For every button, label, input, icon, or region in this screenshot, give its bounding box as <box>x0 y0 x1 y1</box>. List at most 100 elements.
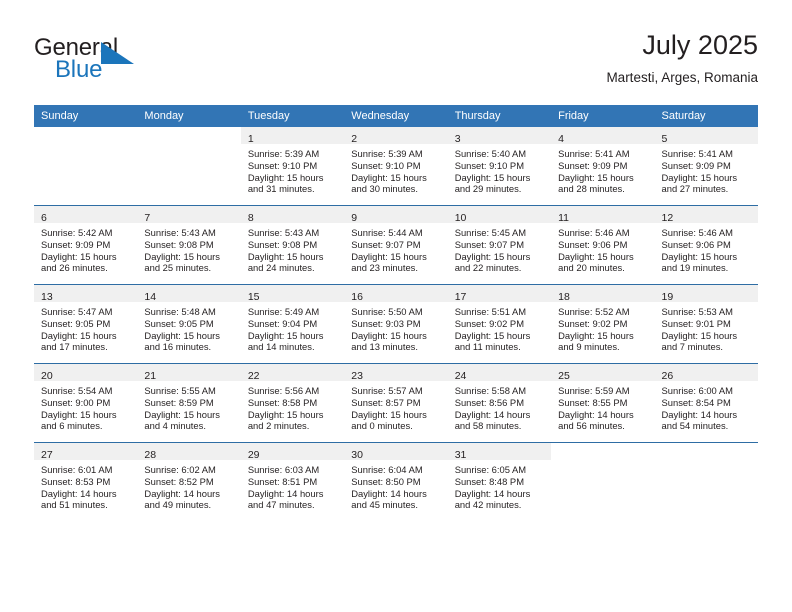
calendar-day-cell[interactable]: 1 Sunrise: 5:39 AM Sunset: 9:10 PM Daylight… <box>240 127 345 206</box>
sunrise-text: Sunrise: 5:57 AM <box>351 385 423 396</box>
daylight-text: Daylight: 15 hours and 16 minutes. <box>144 329 220 353</box>
day-details: Sunrise: 5:42 AM Sunset: 9:09 PM Daylight:… <box>34 223 137 274</box>
daylight-text: Daylight: 15 hours and 9 minutes. <box>558 329 634 353</box>
calendar-header-row: Sunday Monday Tuesday Wednesday Thursday… <box>34 105 758 127</box>
daylight-text: Daylight: 15 hours and 4 minutes. <box>144 408 220 432</box>
sunset-text: Sunset: 8:58 PM <box>247 396 318 408</box>
day-details: Sunrise: 5:39 AM Sunset: 9:10 PM Daylight:… <box>344 144 447 195</box>
sunset-text: Sunset: 9:03 PM <box>351 317 421 329</box>
calendar-day-cell[interactable]: 17 Sunrise: 5:51 AM Sunset: 9:02 PM Dayligh… <box>447 284 552 364</box>
general-blue-logo[interactable]: General Blue <box>34 34 214 94</box>
sunset-text: Sunset: 8:57 PM <box>351 396 421 408</box>
day-number-band: 15 <box>240 285 345 303</box>
day-number: 20 <box>41 370 53 382</box>
day-details: Sunrise: 6:04 AM Sunset: 8:50 PM Daylight:… <box>344 460 447 511</box>
day-number: 14 <box>144 291 157 303</box>
sunset-text: Sunset: 9:05 PM <box>41 317 111 329</box>
calendar-table: Sunday Monday Tuesday Wednesday Thursday… <box>34 105 758 521</box>
day-details: Sunrise: 5:40 AM Sunset: 9:10 PM Daylight:… <box>448 144 551 195</box>
calendar-day-cell[interactable]: 23 Sunrise: 5:57 AM Sunset: 8:57 PM Dayligh… <box>344 363 448 443</box>
calendar-week-row: 20 Sunrise: 5:54 AM Sunset: 9:00 PM Dayligh… <box>34 363 758 443</box>
weekday-header-sunday: Sunday <box>34 105 138 127</box>
calendar-day-cell[interactable]: 24 Sunrise: 5:58 AM Sunset: 8:56 PM Dayligh… <box>447 363 552 443</box>
calendar-day-cell[interactable]: 18 Sunrise: 5:52 AM Sunset: 9:02 PM Dayligh… <box>551 284 655 364</box>
calendar-day-cell[interactable]: 4 Sunrise: 5:41 AM Sunset: 9:09 PM Daylight… <box>551 127 655 206</box>
sunrise-text: Sunrise: 5:43 AM <box>247 227 320 238</box>
sunset-text: Sunset: 8:56 PM <box>454 396 524 408</box>
calendar-day-cell[interactable]: 2 Sunrise: 5:39 AM Sunset: 9:10 PM Daylight… <box>344 127 448 206</box>
calendar-day-cell[interactable]: 19 Sunrise: 5:53 AM Sunset: 9:01 PM Dayligh… <box>654 284 758 364</box>
daylight-text: Daylight: 15 hours and 0 minutes. <box>351 408 427 432</box>
sunset-text: Sunset: 9:07 PM <box>454 238 524 250</box>
sunset-text: Sunset: 9:06 PM <box>558 238 628 250</box>
daylight-text: Daylight: 14 hours and 45 minutes. <box>351 487 427 511</box>
calendar-day-cell[interactable]: 5 Sunrise: 5:41 AM Sunset: 9:09 PM Daylight… <box>654 127 758 206</box>
day-number-band: 7 <box>137 206 241 224</box>
sunset-text: Sunset: 9:02 PM <box>454 317 524 329</box>
day-number: 29 <box>247 449 260 461</box>
day-number-band: 3 <box>447 127 552 145</box>
sunrise-text: Sunrise: 5:45 AM <box>454 227 527 238</box>
sunrise-text: Sunrise: 5:41 AM <box>661 148 733 159</box>
day-number: 13 <box>41 291 53 303</box>
daylight-text: Daylight: 15 hours and 27 minutes. <box>661 171 738 195</box>
calendar-day-cell[interactable]: 29 Sunrise: 6:03 AM Sunset: 8:51 PM Dayligh… <box>240 442 345 521</box>
calendar-day-cell[interactable]: 7 Sunrise: 5:43 AM Sunset: 9:08 PM Daylight… <box>137 205 241 285</box>
day-number-band: 12 <box>654 206 758 224</box>
calendar-day-cell[interactable]: 31 Sunrise: 6:05 AM Sunset: 8:48 PM Dayligh… <box>447 442 552 521</box>
sunset-text: Sunset: 8:48 PM <box>454 475 524 487</box>
calendar-day-cell[interactable]: 22 Sunrise: 5:56 AM Sunset: 8:58 PM Dayligh… <box>240 363 345 443</box>
day-number: 19 <box>661 291 674 303</box>
calendar-day-cell[interactable]: 30 Sunrise: 6:04 AM Sunset: 8:50 PM Dayligh… <box>344 442 448 521</box>
title-block: July 2025 Martesti, Arges, Romania <box>606 28 758 89</box>
calendar-day-cell[interactable]: 28 Sunrise: 6:02 AM Sunset: 8:52 PM Dayligh… <box>137 442 241 521</box>
day-details: Sunrise: 5:41 AM Sunset: 9:09 PM Daylight:… <box>551 144 654 195</box>
daylight-text: Daylight: 15 hours and 11 minutes. <box>454 329 531 353</box>
daylight-text: Daylight: 15 hours and 31 minutes. <box>247 171 324 195</box>
daylight-text: Daylight: 15 hours and 13 minutes. <box>351 329 427 353</box>
sunrise-text: Sunrise: 5:59 AM <box>558 385 630 396</box>
calendar-day-cell[interactable]: 11 Sunrise: 5:46 AM Sunset: 9:06 PM Dayligh… <box>551 205 655 285</box>
day-details: Sunrise: 5:39 AM Sunset: 9:10 PM Daylight:… <box>241 144 344 195</box>
day-number-band: 25 <box>551 364 655 382</box>
calendar-day-cell[interactable]: 12 Sunrise: 5:46 AM Sunset: 9:06 PM Dayligh… <box>654 205 758 285</box>
calendar-day-cell[interactable]: 21 Sunrise: 5:55 AM Sunset: 8:59 PM Dayligh… <box>137 363 241 443</box>
calendar-day-cell[interactable]: 14 Sunrise: 5:48 AM Sunset: 9:05 PM Dayligh… <box>137 284 241 364</box>
calendar-body: 1 Sunrise: 5:39 AM Sunset: 9:10 PM Daylight… <box>34 127 758 521</box>
calendar-day-cell[interactable]: 25 Sunrise: 5:59 AM Sunset: 8:55 PM Dayligh… <box>551 363 655 443</box>
calendar-day-cell[interactable]: 15 Sunrise: 5:49 AM Sunset: 9:04 PM Dayligh… <box>240 284 345 364</box>
weekday-header-wednesday: Wednesday <box>344 105 448 127</box>
sunset-text: Sunset: 9:10 PM <box>351 159 421 171</box>
calendar-day-cell[interactable]: 10 Sunrise: 5:45 AM Sunset: 9:07 PM Dayligh… <box>447 205 552 285</box>
weekday-header-thursday: Thursday <box>447 105 552 127</box>
calendar-day-cell[interactable]: 3 Sunrise: 5:40 AM Sunset: 9:10 PM Daylight… <box>447 127 552 206</box>
calendar-day-cell[interactable]: 9 Sunrise: 5:44 AM Sunset: 9:07 PM Daylight… <box>344 205 448 285</box>
calendar-day-cell[interactable]: 27 Sunrise: 6:01 AM Sunset: 8:53 PM Dayligh… <box>34 442 138 521</box>
day-number: 31 <box>454 449 467 461</box>
sunrise-text: Sunrise: 5:51 AM <box>454 306 527 317</box>
calendar-week-row: 13 Sunrise: 5:47 AM Sunset: 9:05 PM Dayligh… <box>34 284 758 364</box>
logo-text-blue: Blue <box>55 56 103 83</box>
weekday-header-friday: Friday <box>551 105 655 127</box>
daylight-text: Daylight: 14 hours and 56 minutes. <box>558 408 634 432</box>
day-number-band: 26 <box>654 364 758 382</box>
day-number-band: 29 <box>240 443 345 461</box>
weekday-header-tuesday: Tuesday <box>240 105 345 127</box>
calendar-day-cell[interactable]: 26 Sunrise: 6:00 AM Sunset: 8:54 PM Dayligh… <box>654 363 758 443</box>
sunrise-text: Sunrise: 5:55 AM <box>144 385 216 396</box>
daylight-text: Daylight: 15 hours and 25 minutes. <box>144 250 220 274</box>
calendar-day-cell[interactable]: 20 Sunrise: 5:54 AM Sunset: 9:00 PM Dayligh… <box>34 363 138 443</box>
day-details: Sunrise: 6:03 AM Sunset: 8:51 PM Daylight:… <box>241 460 344 511</box>
sunrise-text: Sunrise: 6:02 AM <box>144 464 216 475</box>
calendar-day-cell[interactable]: 16 Sunrise: 5:50 AM Sunset: 9:03 PM Dayligh… <box>344 284 448 364</box>
day-number: 25 <box>558 370 570 382</box>
day-details: Sunrise: 6:05 AM Sunset: 8:48 PM Daylight:… <box>448 460 551 511</box>
calendar-day-cell[interactable]: 8 Sunrise: 5:43 AM Sunset: 9:08 PM Daylight… <box>240 205 345 285</box>
calendar-day-cell[interactable]: 6 Sunrise: 5:42 AM Sunset: 9:09 PM Daylight… <box>34 205 138 285</box>
day-number: 27 <box>41 449 53 461</box>
page-title: July 2025 <box>642 30 758 60</box>
sunrise-text: Sunrise: 5:42 AM <box>41 227 113 238</box>
weekday-header-saturday: Saturday <box>654 105 758 127</box>
calendar-day-cell[interactable]: 13 Sunrise: 5:47 AM Sunset: 9:05 PM Dayligh… <box>34 284 138 364</box>
day-number: 3 <box>454 133 461 145</box>
